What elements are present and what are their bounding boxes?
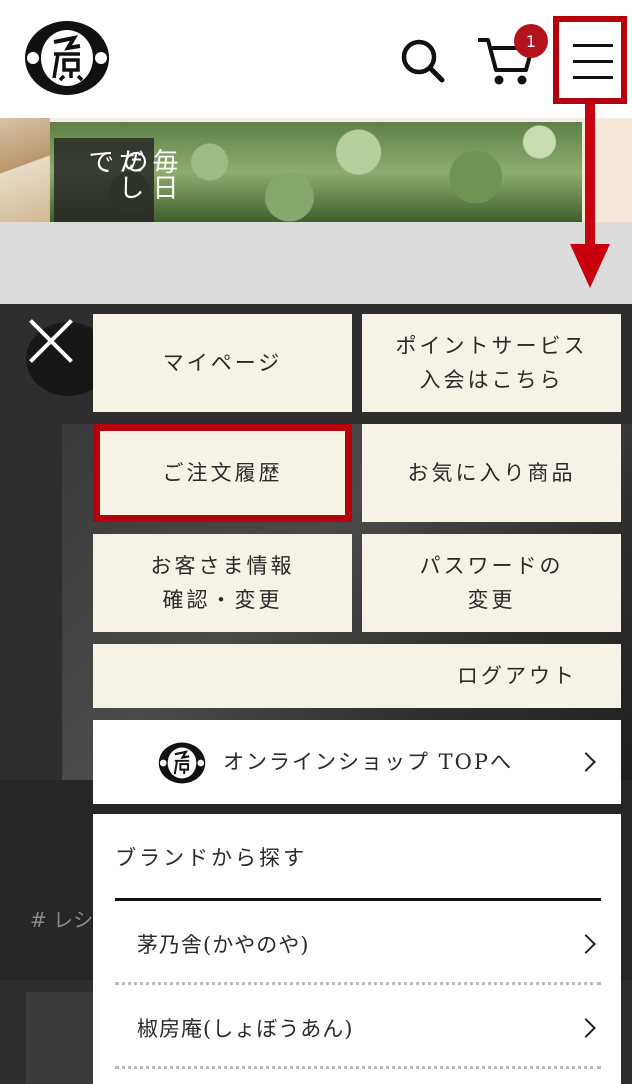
password-change-label-line2: 変更 <box>467 588 516 612</box>
online-shop-top-label: オンラインショップ TOPへ <box>223 750 514 774</box>
order-history-label: ご注文履歴 <box>162 461 283 485</box>
brand-item[interactable]: 茅乃舎(かやのや) <box>115 901 601 985</box>
kuhara-logo-icon <box>158 742 206 784</box>
cart-count-badge: 1 <box>514 24 548 58</box>
dotted-divider <box>115 1066 601 1069</box>
hero-text-column-2: だしで <box>84 148 144 200</box>
annotation-arrow-head <box>570 244 610 288</box>
annotation-arrow-shaft <box>585 104 595 250</box>
brand-search-panel: ブランドから探す 茅乃舎(かやのや) 椒房庵(しょぼうあん) <box>93 814 621 1084</box>
kuhara-logo-icon[interactable] <box>24 20 110 96</box>
customer-info-label-line1: お客さま情報 <box>150 554 295 578</box>
brand-item-label: 茅乃舎(かやのや) <box>137 933 310 957</box>
brand-item-label: 椒房庵(しょぼうあん) <box>137 1017 354 1041</box>
close-icon[interactable] <box>26 316 76 366</box>
point-service-label-line1: ポイントサービス <box>395 334 588 358</box>
brand-item[interactable]: 椒房庵(しょぼうあん) <box>115 985 601 1069</box>
point-service-label-line2: 入会はこちら <box>419 368 564 392</box>
password-change-label-line1: パスワードの <box>419 554 564 578</box>
search-icon[interactable] <box>398 36 446 84</box>
logout-label: ログアウト <box>457 664 577 688</box>
online-shop-top-link[interactable]: オンラインショップ TOPへ <box>93 720 621 804</box>
customer-info-label-line2: 確認・変更 <box>162 588 283 612</box>
hero-side-image-left <box>0 118 50 222</box>
mypage-label: マイページ <box>162 351 283 375</box>
favorites-button[interactable]: お気に入り商品 <box>362 424 621 522</box>
order-history-button[interactable]: ご注文履歴 <box>93 424 352 522</box>
site-header: 1 <box>0 0 632 118</box>
brand-section-title: ブランドから探す <box>115 846 307 870</box>
chevron-right-icon <box>576 1018 596 1038</box>
chevron-right-icon <box>576 934 596 954</box>
dimmed-thumbnail <box>26 992 96 1084</box>
point-service-button[interactable]: ポイントサービス 入会はこちら <box>362 314 621 412</box>
overlay-band <box>0 222 632 304</box>
dimmed-tag-text: # レシ <box>30 908 94 932</box>
logout-button[interactable]: ログアウト <box>93 644 621 708</box>
hero-banner[interactable]: 毎日の だしで <box>0 118 632 222</box>
chevron-right-icon <box>576 752 596 772</box>
customer-info-button[interactable]: お客さま情報 確認・変更 <box>93 534 352 632</box>
password-change-button[interactable]: パスワードの 変更 <box>362 534 621 632</box>
favorites-label: お気に入り商品 <box>407 461 576 485</box>
mypage-button[interactable]: マイページ <box>93 314 352 412</box>
hamburger-menu-icon[interactable] <box>553 16 627 104</box>
